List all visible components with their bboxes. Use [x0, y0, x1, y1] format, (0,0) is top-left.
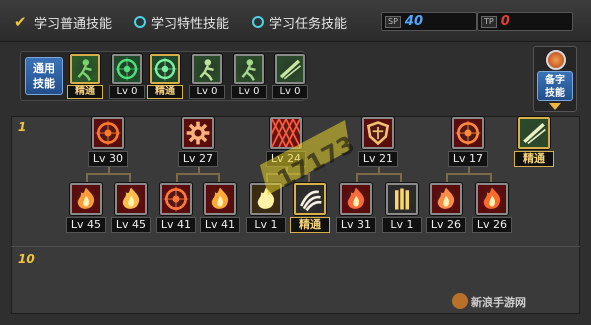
row-divider [11, 246, 580, 247]
watermark-icon [452, 293, 468, 309]
skill-level-label: Lv 26 [426, 217, 466, 233]
skill-slot[interactable] [386, 183, 418, 215]
general-skill-slot[interactable] [70, 54, 100, 84]
general-skill-slot[interactable] [275, 54, 305, 84]
skill-level-label: Lv 26 [472, 217, 512, 233]
general-skill-slot[interactable] [150, 54, 180, 84]
general-skill-slot[interactable] [112, 54, 142, 84]
skill-slot[interactable] [115, 183, 147, 215]
radio-icon [134, 16, 146, 28]
tree-connector [446, 173, 492, 183]
chevron-down-icon[interactable] [549, 103, 561, 110]
skill-slot[interactable] [476, 183, 508, 215]
tp-badge: TP [481, 15, 497, 28]
spark-icon [252, 185, 280, 213]
reserve-label-text: 备字 技能 [545, 75, 565, 99]
flame-icon [72, 185, 100, 213]
skill-level-label: Lv 45 [111, 217, 151, 233]
tree-connector [176, 173, 220, 183]
fire-wheel-icon [162, 185, 190, 213]
orb-icon [546, 50, 566, 70]
tab-trait-skills[interactable]: 学习特性技能 [134, 12, 229, 32]
swirl-icon [454, 119, 482, 147]
claw-icon [296, 185, 324, 213]
skill-slot[interactable] [250, 183, 282, 215]
phoenix-icon [478, 185, 506, 213]
tab-label: 学习特性技能 [151, 16, 230, 32]
general-skill-level: Lv 0 [109, 85, 145, 99]
row-number: 1 [18, 120, 27, 134]
pillar-icon [388, 185, 416, 213]
skill-level-label: Lv 27 [178, 151, 218, 167]
crosshair-icon [114, 56, 140, 82]
target-icon [152, 56, 178, 82]
skill-level-label: Lv 1 [246, 217, 286, 233]
tab-label: 学习任务技能 [269, 16, 348, 32]
tab-quest-skills[interactable]: 学习任务技能 [252, 12, 347, 32]
tab-label: 学习普通技能 [34, 16, 113, 32]
pet-icon [236, 56, 262, 82]
tree-connector [356, 173, 402, 183]
general-skill-level: Lv 0 [272, 85, 308, 99]
skill-level-label: Lv 30 [88, 151, 128, 167]
sp-counter: SP 40 [381, 12, 477, 31]
tp-counter: TP 0 [477, 12, 573, 31]
ember-icon [432, 185, 460, 213]
skill-level-label: 精通 [290, 217, 330, 233]
skill-slot[interactable] [182, 117, 214, 149]
general-skill-level: Lv 0 [231, 85, 267, 99]
tree-connector [86, 173, 131, 183]
skill-slot[interactable] [204, 183, 236, 215]
tree-connector [266, 173, 310, 183]
gear-burst-icon [184, 119, 212, 147]
grid-icon [272, 119, 300, 147]
skill-level-label: Lv 31 [336, 217, 376, 233]
general-skill-level: 精通 [67, 85, 103, 99]
skill-slot[interactable] [518, 117, 550, 149]
radio-icon [252, 16, 264, 28]
general-skill-slot[interactable] [234, 54, 264, 84]
sp-badge: SP [385, 15, 401, 28]
skill-level-label: Lv 17 [448, 151, 488, 167]
sp-value: 40 [404, 14, 423, 29]
skill-slot[interactable] [270, 117, 302, 149]
skill-level-label: Lv 41 [156, 217, 196, 233]
top-bar: ✔ 学习普通技能 学习特性技能 学习任务技能 SP 40 TP 0 [0, 0, 591, 42]
row-number: 10 [18, 252, 35, 266]
general-skills-label: 通用 技能 [25, 57, 63, 95]
tab-normal-skills[interactable]: ✔ 学习普通技能 [14, 12, 112, 32]
skill-slot[interactable] [294, 183, 326, 215]
blaze-icon [206, 185, 234, 213]
skill-level-label: Lv 24 [266, 151, 306, 167]
skill-level-label: 精通 [514, 151, 554, 167]
strike-icon [277, 56, 303, 82]
general-label-text: 通用 技能 [33, 62, 55, 90]
skill-slot[interactable] [452, 117, 484, 149]
fire-arrow-icon [117, 185, 145, 213]
reserve-skills-label: 备字 技能 [537, 71, 573, 101]
skill-slot[interactable] [430, 183, 462, 215]
general-skill-level: 精通 [147, 85, 183, 99]
skill-level-label: Lv 45 [66, 217, 106, 233]
skill-slot[interactable] [70, 183, 102, 215]
general-skill-level: Lv 0 [189, 85, 225, 99]
skill-level-label: Lv 41 [200, 217, 240, 233]
skill-level-label: Lv 21 [358, 151, 398, 167]
tp-value: 0 [500, 14, 510, 29]
skill-level-label: Lv 1 [382, 217, 422, 233]
check-icon: ✔ [14, 12, 27, 31]
general-skill-slot[interactable] [192, 54, 222, 84]
runner-icon [72, 56, 98, 82]
figure-icon [194, 56, 220, 82]
fire-ring-icon [94, 119, 122, 147]
reserve-skills-button[interactable]: 备字 技能 [533, 46, 577, 112]
dragon-icon [342, 185, 370, 213]
skill-slot[interactable] [362, 117, 394, 149]
skill-slot[interactable] [92, 117, 124, 149]
watermark-text: 新浪手游网 [471, 296, 526, 309]
slash-icon [520, 119, 548, 147]
skill-slot[interactable] [340, 183, 372, 215]
shield-icon [364, 119, 392, 147]
skill-slot[interactable] [160, 183, 192, 215]
